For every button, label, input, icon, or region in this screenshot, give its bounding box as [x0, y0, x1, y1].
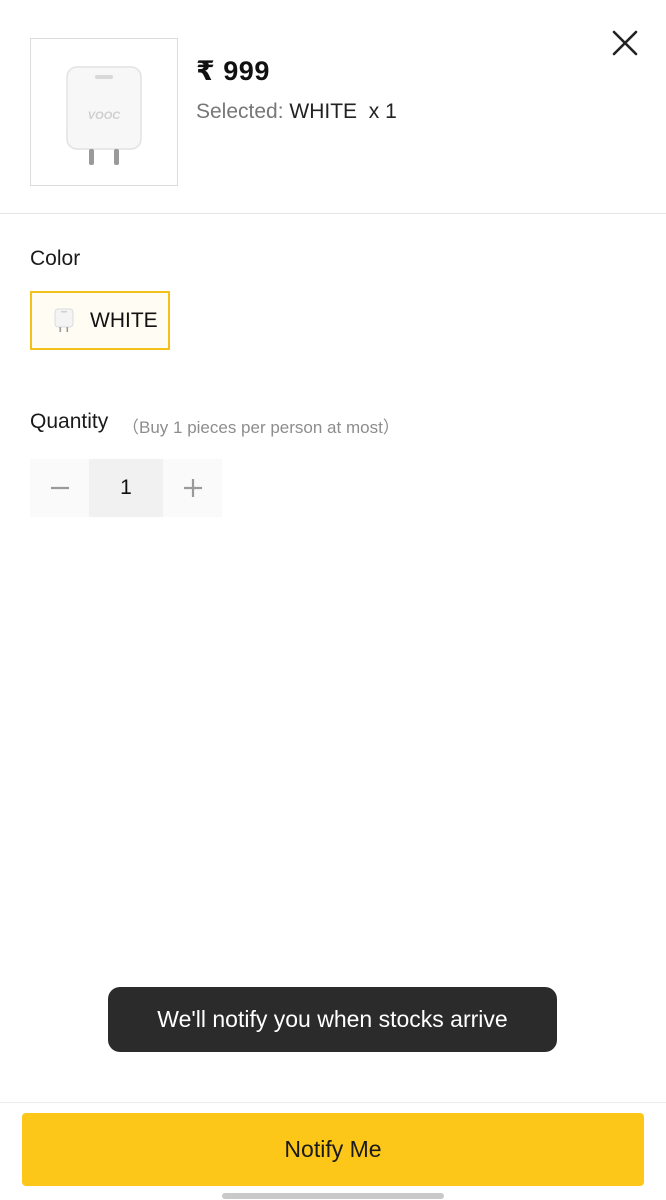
close-icon — [612, 30, 638, 56]
product-image: VOOC — [30, 38, 178, 186]
product-options-sheet: VOOC ₹ 999 Selected: WHITE x 1 Color WHI… — [0, 0, 666, 1200]
color-section-label: Color — [30, 247, 81, 270]
product-price: ₹ 999 — [196, 56, 270, 86]
quantity-stepper: 1 — [30, 459, 222, 517]
increment-button[interactable] — [163, 459, 222, 517]
selected-value: WHITE x 1 — [289, 100, 397, 123]
charger-icon: VOOC — [66, 66, 142, 165]
home-indicator[interactable] — [222, 1193, 444, 1199]
selected-prefix: Selected: — [196, 100, 290, 123]
charger-icon — [52, 306, 76, 336]
color-option-label: WHITE — [90, 308, 158, 332]
plus-icon — [183, 479, 202, 497]
minus-icon — [50, 486, 69, 490]
close-button[interactable] — [604, 22, 646, 64]
quantity-limit-hint: （Buy 1 pieces per person at most） — [122, 418, 400, 437]
sheet-header: VOOC ₹ 999 Selected: WHITE x 1 — [0, 0, 666, 214]
quantity-section-label: Quantity — [30, 410, 109, 433]
color-option-white[interactable]: WHITE — [30, 291, 170, 350]
quantity-value[interactable]: 1 — [89, 459, 163, 517]
selected-variant: Selected: WHITE x 1 — [196, 100, 397, 124]
decrement-button[interactable] — [30, 459, 89, 517]
notify-me-button[interactable]: Notify Me — [22, 1113, 644, 1186]
toast-message: We'll notify you when stocks arrive — [108, 987, 557, 1052]
svg-text:VOOC: VOOC — [88, 110, 121, 122]
